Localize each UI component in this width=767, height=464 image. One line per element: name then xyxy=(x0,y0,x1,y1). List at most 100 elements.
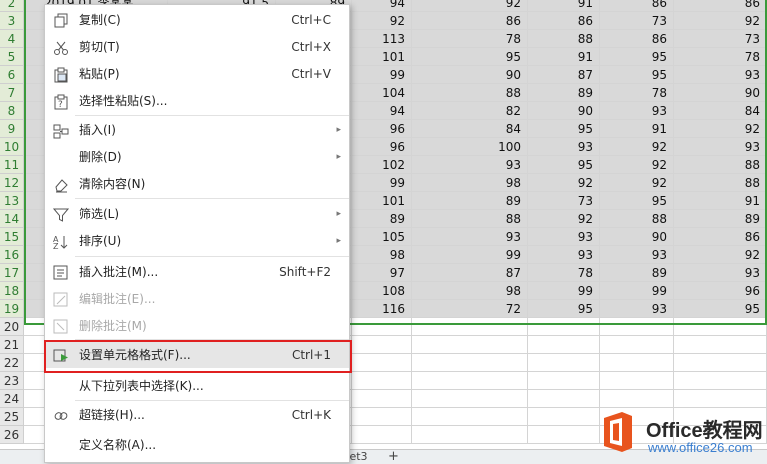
table-cell[interactable]: 98 xyxy=(412,174,528,192)
row-header[interactable]: 20 xyxy=(0,318,24,336)
table-cell[interactable]: 92 xyxy=(352,12,412,30)
table-cell[interactable] xyxy=(600,336,674,354)
table-cell[interactable]: 90 xyxy=(528,102,600,120)
table-cell[interactable]: 90 xyxy=(674,84,767,102)
table-cell[interactable] xyxy=(528,372,600,390)
table-cell[interactable]: 93 xyxy=(528,246,600,264)
menu-item[interactable]: 超链接(H)... Ctrl+K xyxy=(45,402,349,428)
row-header[interactable]: 2 xyxy=(0,0,24,12)
table-cell[interactable]: 87 xyxy=(412,264,528,282)
table-cell[interactable] xyxy=(528,318,600,336)
table-cell[interactable]: 93 xyxy=(674,138,767,156)
table-cell[interactable]: 97 xyxy=(352,264,412,282)
menu-item[interactable]: 设置单元格格式(F)... Ctrl+1 xyxy=(45,342,349,368)
table-cell[interactable]: 94 xyxy=(352,0,412,12)
table-cell[interactable] xyxy=(528,408,600,426)
menu-item[interactable]: 剪切(T) Ctrl+X xyxy=(45,34,349,60)
table-cell[interactable]: 84 xyxy=(674,102,767,120)
table-cell[interactable]: 86 xyxy=(528,12,600,30)
row-header[interactable]: 4 xyxy=(0,30,24,48)
table-cell[interactable]: 72 xyxy=(412,300,528,318)
table-cell[interactable]: 73 xyxy=(528,192,600,210)
table-cell[interactable]: 73 xyxy=(600,12,674,30)
table-cell[interactable]: 78 xyxy=(674,48,767,66)
row-header[interactable]: 23 xyxy=(0,372,24,390)
table-cell[interactable]: 91 xyxy=(528,0,600,12)
row-header[interactable]: 14 xyxy=(0,210,24,228)
table-cell[interactable]: 78 xyxy=(412,30,528,48)
table-cell[interactable]: 92 xyxy=(600,156,674,174)
table-cell[interactable] xyxy=(528,426,600,444)
table-cell[interactable]: 78 xyxy=(600,84,674,102)
table-cell[interactable]: 99 xyxy=(352,174,412,192)
row-header[interactable]: 10 xyxy=(0,138,24,156)
table-cell[interactable]: 86 xyxy=(674,228,767,246)
table-cell[interactable]: 88 xyxy=(674,156,767,174)
table-cell[interactable]: 102 xyxy=(352,156,412,174)
table-cell[interactable]: 96 xyxy=(352,138,412,156)
table-cell[interactable] xyxy=(412,354,528,372)
table-cell[interactable]: 86 xyxy=(600,30,674,48)
table-cell[interactable]: 93 xyxy=(528,138,600,156)
table-cell[interactable]: 95 xyxy=(528,120,600,138)
table-cell[interactable]: 95 xyxy=(412,48,528,66)
table-cell[interactable] xyxy=(674,318,767,336)
table-cell[interactable]: 91 xyxy=(674,192,767,210)
menu-item[interactable]: ? 选择性粘贴(S)... xyxy=(45,88,349,114)
row-header[interactable]: 15 xyxy=(0,228,24,246)
table-cell[interactable]: 116 xyxy=(352,300,412,318)
row-header[interactable]: 12 xyxy=(0,174,24,192)
table-cell[interactable]: 98 xyxy=(352,246,412,264)
table-cell[interactable]: 94 xyxy=(352,102,412,120)
table-cell[interactable] xyxy=(528,336,600,354)
row-header[interactable]: 16 xyxy=(0,246,24,264)
table-cell[interactable]: 87 xyxy=(528,66,600,84)
table-cell[interactable]: 88 xyxy=(528,30,600,48)
table-cell[interactable]: 93 xyxy=(600,246,674,264)
table-cell[interactable] xyxy=(600,354,674,372)
table-cell[interactable] xyxy=(412,408,528,426)
table-cell[interactable] xyxy=(352,426,412,444)
table-cell[interactable] xyxy=(352,372,412,390)
row-header[interactable]: 24 xyxy=(0,390,24,408)
menu-item[interactable]: A Z 排序(U) ▸ xyxy=(45,228,349,254)
table-cell[interactable]: 82 xyxy=(412,102,528,120)
row-header[interactable]: 9 xyxy=(0,120,24,138)
table-cell[interactable]: 89 xyxy=(352,210,412,228)
menu-item[interactable]: 删除(D) ▸ xyxy=(45,144,349,170)
table-cell[interactable] xyxy=(674,372,767,390)
row-header[interactable]: 13 xyxy=(0,192,24,210)
table-cell[interactable]: 99 xyxy=(412,246,528,264)
table-cell[interactable]: 86 xyxy=(674,0,767,12)
table-cell[interactable]: 101 xyxy=(352,192,412,210)
table-cell[interactable]: 92 xyxy=(528,210,600,228)
row-header[interactable]: 18 xyxy=(0,282,24,300)
table-cell[interactable]: 88 xyxy=(412,210,528,228)
table-cell[interactable] xyxy=(412,372,528,390)
table-cell[interactable]: 92 xyxy=(528,174,600,192)
table-cell[interactable]: 78 xyxy=(528,264,600,282)
table-cell[interactable] xyxy=(352,408,412,426)
table-cell[interactable]: 104 xyxy=(352,84,412,102)
table-cell[interactable]: 89 xyxy=(412,192,528,210)
row-header[interactable]: 11 xyxy=(0,156,24,174)
table-cell[interactable] xyxy=(412,426,528,444)
table-cell[interactable]: 95 xyxy=(600,66,674,84)
table-cell[interactable] xyxy=(352,390,412,408)
table-cell[interactable]: 89 xyxy=(600,264,674,282)
table-cell[interactable] xyxy=(528,354,600,372)
table-cell[interactable]: 86 xyxy=(412,12,528,30)
table-cell[interactable]: 92 xyxy=(674,120,767,138)
table-cell[interactable]: 93 xyxy=(412,156,528,174)
table-cell[interactable]: 86 xyxy=(600,0,674,12)
table-cell[interactable]: 96 xyxy=(674,282,767,300)
table-cell[interactable]: 90 xyxy=(412,66,528,84)
table-cell[interactable] xyxy=(412,390,528,408)
table-cell[interactable]: 105 xyxy=(352,228,412,246)
table-cell[interactable]: 84 xyxy=(412,120,528,138)
table-cell[interactable] xyxy=(600,318,674,336)
table-cell[interactable]: 91 xyxy=(600,120,674,138)
row-header[interactable]: 6 xyxy=(0,66,24,84)
table-cell[interactable] xyxy=(412,318,528,336)
table-cell[interactable]: 89 xyxy=(674,210,767,228)
